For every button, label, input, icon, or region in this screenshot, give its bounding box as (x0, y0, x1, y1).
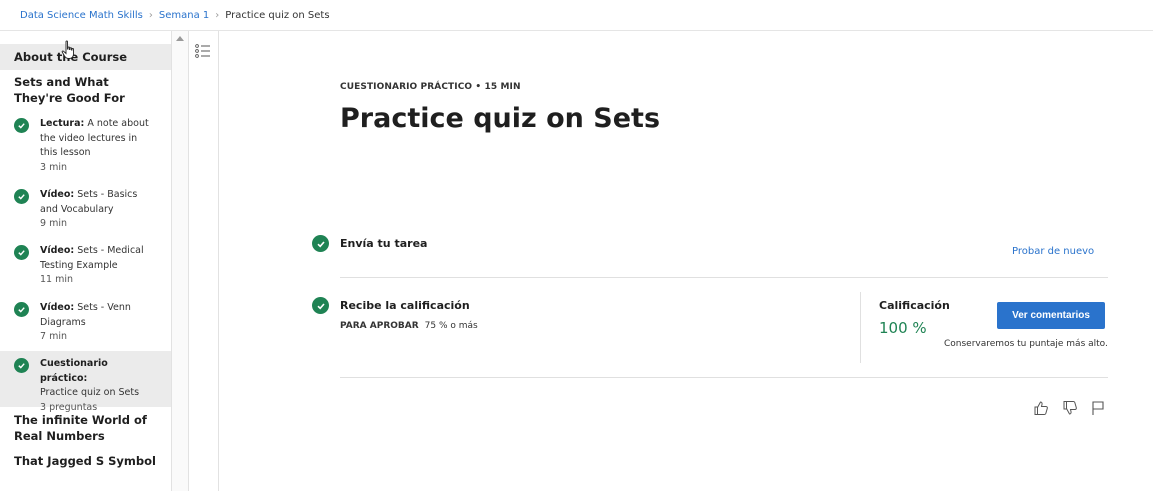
receive-grade-label: Recibe la calificación (340, 299, 470, 312)
chevron-right-icon: › (215, 9, 220, 21)
flag-icon[interactable] (1090, 400, 1106, 416)
page-title: Practice quiz on Sets (340, 103, 661, 134)
sidebar-module-real-numbers[interactable]: The infinite World of Real Numbers (0, 412, 171, 444)
view-feedback-button[interactable]: Ver comentarios (997, 302, 1105, 329)
item-type: Cuestionario práctico: (40, 358, 108, 384)
item-meta: 11 min (40, 274, 74, 285)
cursor-icon (61, 40, 74, 59)
divider-vertical (860, 292, 861, 363)
course-sidebar: About the Course Sets and What They're G… (0, 31, 171, 491)
breadcrumb-current: Practice quiz on Sets (225, 9, 330, 21)
list-icon[interactable] (195, 44, 211, 58)
main-content: CUESTIONARIO PRÁCTICO • 15 MIN Practice … (220, 31, 1153, 491)
submit-step-label: Envía tu tarea (340, 237, 428, 250)
thumbs-down-icon[interactable] (1062, 400, 1078, 416)
retry-link[interactable]: Probar de nuevo (1012, 246, 1094, 257)
checkmark-icon (312, 235, 329, 252)
keep-highest-note: Conservaremos tu puntaje más alto. (944, 339, 1108, 349)
pass-key: PARA APROBAR (340, 321, 419, 331)
breadcrumb-week-link[interactable]: Semana 1 (159, 10, 209, 21)
chevron-right-icon: › (148, 9, 153, 21)
sidebar-module-about[interactable]: About the Course (0, 44, 171, 70)
breadcrumb: Data Science Math Skills › Semana 1 › Pr… (0, 0, 1153, 31)
breadcrumb-course-link[interactable]: Data Science Math Skills (20, 10, 143, 21)
sidebar-module-integral[interactable]: That Jagged S Symbol (0, 453, 171, 469)
pass-value: 75 % o más (424, 321, 478, 331)
sidebar-item-video-basics[interactable]: Vídeo: Sets - Basics and Vocabulary 9 mi… (0, 188, 171, 232)
item-kicker: CUESTIONARIO PRÁCTICO • 15 MIN (340, 82, 521, 92)
thumbs-up-icon[interactable] (1033, 400, 1049, 416)
pass-requirement: PARA APROBAR 75 % o más (340, 321, 478, 331)
grade-value: 100 % (879, 319, 927, 337)
item-type: Vídeo: (40, 302, 75, 313)
checkmark-icon (14, 358, 29, 373)
sidebar-module-sets[interactable]: Sets and What They're Good For (0, 74, 171, 106)
sidebar-item-lectura[interactable]: Lectura: A note about the video lectures… (0, 117, 171, 175)
sidebar-item-video-medical[interactable]: Vídeo: Sets - Medical Testing Example 11… (0, 244, 171, 288)
checkmark-icon (14, 189, 29, 204)
sidebar-item-quiz-active[interactable]: Cuestionario práctico: Practice quiz on … (0, 351, 171, 413)
checkmark-icon (14, 118, 29, 133)
item-type: Lectura: (40, 118, 85, 129)
item-meta: 9 min (40, 218, 67, 229)
collapse-column (188, 31, 219, 491)
sidebar-scrollbar[interactable] (171, 31, 188, 491)
scroll-up-arrow-icon[interactable] (176, 36, 184, 41)
divider (340, 277, 1108, 278)
item-type: Vídeo: (40, 189, 75, 200)
item-meta: 3 preguntas (40, 401, 98, 413)
grade-label: Calificación (879, 299, 950, 312)
checkmark-icon (312, 297, 329, 314)
checkmark-icon (14, 245, 29, 260)
item-meta: 3 min (40, 161, 67, 173)
item-type: Vídeo: (40, 245, 75, 256)
sidebar-item-video-venn[interactable]: Vídeo: Sets - Venn Diagrams 7 min (0, 301, 171, 345)
divider (340, 377, 1108, 378)
item-meta: 7 min (40, 331, 67, 342)
item-title: Practice quiz on Sets (40, 387, 140, 398)
checkmark-icon (14, 302, 29, 317)
